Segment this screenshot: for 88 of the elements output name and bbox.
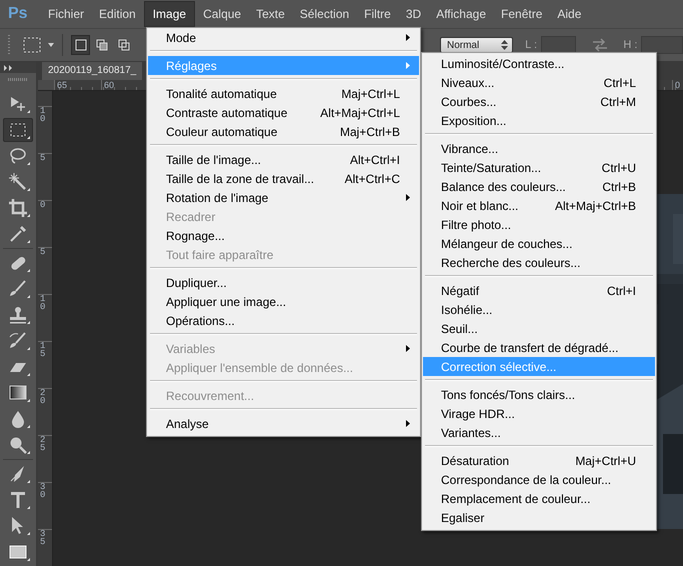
menu-item[interactable]: Rognage... [148, 226, 419, 245]
caret-icon[interactable] [48, 43, 54, 47]
brush-icon [8, 279, 28, 299]
magic-wand-icon [8, 172, 28, 192]
menu-item[interactable]: Désaturation Maj+Ctrl+U [423, 451, 655, 470]
app-logo: Ps [8, 5, 29, 23]
marquee-icon[interactable] [22, 35, 42, 55]
ruler-label: 5 [40, 248, 46, 256]
collapse-icon[interactable] [4, 64, 13, 70]
ruler-label: 10 [40, 295, 46, 312]
menu-bar-item[interactable]: Texte [249, 1, 292, 27]
ruler-label: 0 [40, 201, 46, 210]
swap-icon[interactable] [592, 38, 608, 52]
crop-icon [8, 198, 28, 218]
ruler-label: 0 [672, 80, 683, 90]
move-icon [8, 94, 28, 114]
submenu-arrow-icon [406, 34, 410, 41]
lasso-icon [8, 146, 28, 166]
menu-bar-item[interactable]: Edition [92, 1, 143, 27]
type-icon [8, 490, 28, 510]
menu-item[interactable]: Exposition... [423, 111, 655, 130]
menu-item[interactable]: Appliquer une image... [148, 292, 419, 311]
selection-mode-button[interactable] [70, 35, 90, 55]
square-icon [74, 39, 87, 51]
menu-item[interactable]: Seuil... [423, 319, 655, 338]
menu-item[interactable]: Filtre photo... [423, 215, 655, 234]
submenu-arrow-icon [406, 62, 410, 69]
menu-item[interactable]: Luminosité/Contraste... [423, 54, 655, 73]
width-label: L : [525, 39, 537, 51]
history-brush-icon [8, 331, 28, 351]
menu-item[interactable]: Analyse [148, 414, 419, 433]
height-field[interactable] [641, 36, 683, 54]
ruler-label: 25 [40, 436, 46, 452]
menu-item[interactable]: Contraste automatique Alt+Maj+Ctrl+L [148, 103, 419, 122]
menu-item[interactable]: Vibrance... [423, 139, 655, 158]
submenu-arrow-icon [406, 194, 410, 201]
menu-bar-item[interactable]: Calque [196, 1, 248, 27]
overlapping-squares-icon [118, 39, 130, 51]
menu-item[interactable]: Teinte/Saturation... Ctrl+U [423, 158, 655, 177]
stamp-icon [8, 305, 28, 325]
ruler-label: 30 [40, 483, 46, 500]
menu-item[interactable]: Taille de l'image... Alt+Ctrl+I [148, 150, 419, 169]
document-tab[interactable]: 20200119_160817_ [42, 62, 142, 80]
submenu-arrow-icon [406, 420, 410, 427]
menu-bar-item[interactable]: Sélection [292, 1, 356, 27]
menu-item[interactable]: Egaliser [423, 508, 655, 527]
menu-item[interactable]: Virage HDR... [423, 404, 655, 423]
menu-item[interactable]: Mélangeur de couches... [423, 234, 655, 253]
menu-item[interactable]: Variantes... [423, 423, 655, 442]
menu-item[interactable]: Courbes... Ctrl+M [423, 92, 655, 111]
menu-item[interactable]: Couleur automatique Maj+Ctrl+B [148, 122, 419, 141]
menu-item[interactable]: Niveaux... Ctrl+L [423, 73, 655, 92]
menu-item[interactable]: Courbe de transfert de dégradé... [423, 338, 655, 357]
menu-item[interactable]: Taille de la zone de travail... Alt+Ctrl+C [148, 169, 419, 188]
tool-button[interactable] [3, 118, 33, 142]
magnifier-icon [8, 435, 28, 455]
menu-bar-item[interactable]: Fenêtre [494, 1, 550, 27]
menu-item[interactable]: Tons foncés/Tons clairs... [423, 385, 655, 404]
menu-bar-item[interactable]: Aide [550, 1, 588, 27]
menu-item[interactable]: Noir et blanc... Alt+Maj+Ctrl+B [423, 196, 655, 215]
menu-item[interactable]: Dupliquer... [148, 273, 419, 292]
ruler-label: 10 [40, 107, 46, 124]
menu-item[interactable]: Négatif Ctrl+I [423, 281, 655, 300]
menu-item[interactable]: Opérations... [148, 311, 419, 330]
ruler-label: 15 [40, 342, 46, 358]
submenu-arrow-icon [406, 345, 410, 352]
ruler-label: 35 [40, 530, 46, 546]
menu-bar-item[interactable]: Image [144, 1, 196, 27]
ruler-label: 65 [54, 80, 101, 90]
menu-bar-item[interactable]: Fichier [41, 1, 92, 27]
menu-item[interactable]: Isohélie... [423, 300, 655, 319]
menu-bar-item[interactable]: 3D [398, 1, 428, 27]
ruler-label: 5 [40, 154, 46, 162]
height-label: H : [623, 39, 638, 51]
menu-item[interactable]: Tonalité automatique Maj+Ctrl+L [148, 84, 419, 103]
overlapping-squares-icon [96, 39, 108, 51]
menu-item[interactable]: Balance des couleurs... Ctrl+B [423, 177, 655, 196]
menu-bar-item[interactable]: Filtre [357, 1, 398, 27]
ruler-label: 20 [40, 389, 46, 406]
style-dropdown[interactable]: Normal [440, 37, 514, 53]
menu-bar-item[interactable]: Affichage [429, 1, 494, 27]
menu-item[interactable]: Rotation de l'image [148, 188, 419, 207]
eyedropper-icon [8, 224, 28, 244]
menu-item[interactable]: Correspondance de la couleur... [423, 470, 655, 489]
menu-item[interactable]: Recherche des couleurs... [423, 253, 655, 272]
menu-item[interactable]: Remplacement de couleur... [423, 489, 655, 508]
spinner-icon [501, 40, 508, 50]
menu-item[interactable]: Mode [148, 28, 419, 47]
